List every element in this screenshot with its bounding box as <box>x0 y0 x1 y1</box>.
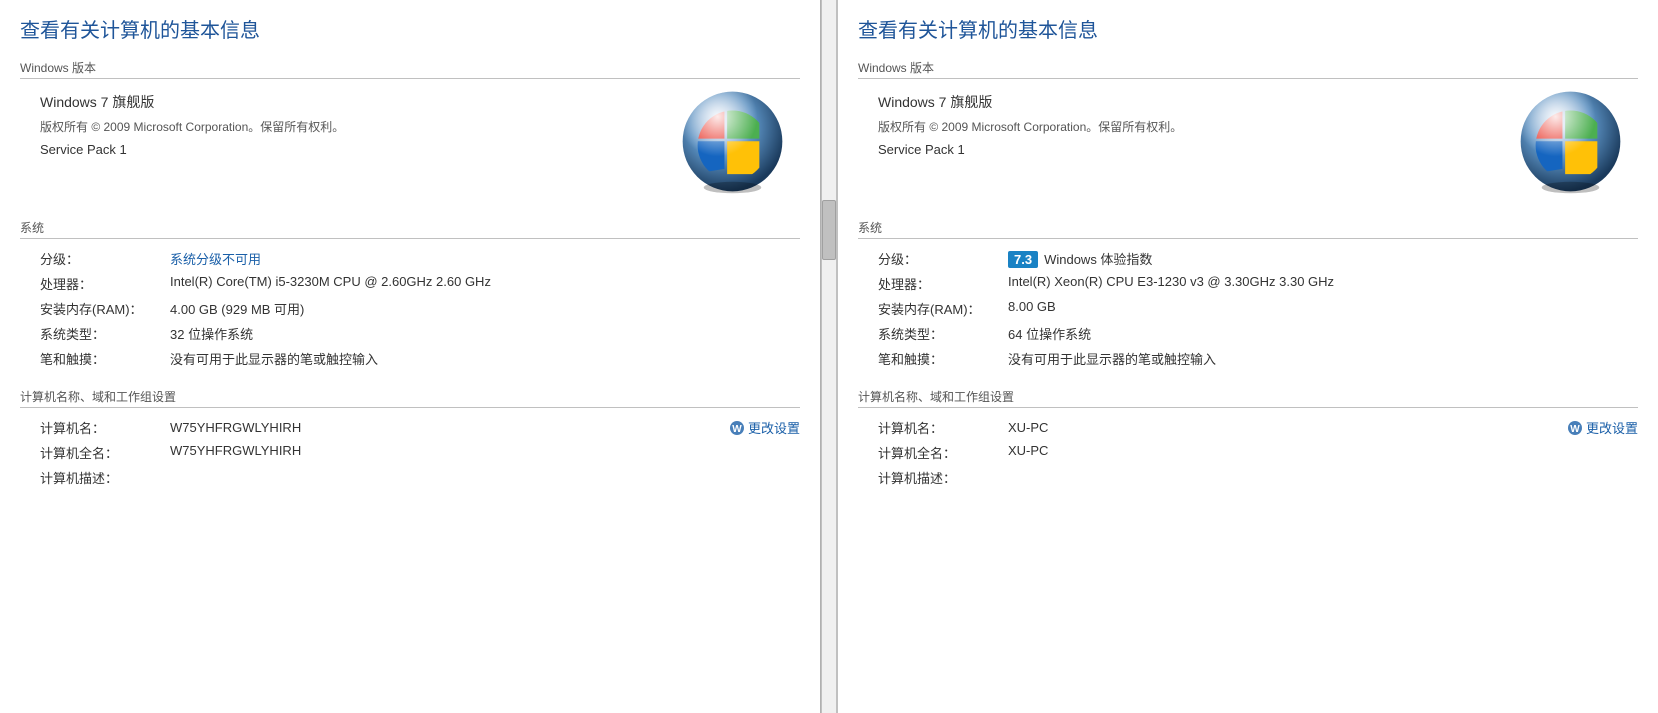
right-ram-value: 8.00 GB <box>1008 299 1638 314</box>
right-description-row: 计算机描述： <box>878 468 1638 487</box>
left-windows-version-label: Windows 版本 <box>20 59 800 79</box>
right-change-settings-link[interactable]: W 更改设置 <box>1567 418 1638 437</box>
right-windows-version-section: Windows 版本 Windows 7 旗舰版 版权所有 © 2009 Mic… <box>858 59 1638 199</box>
svg-text:W: W <box>732 424 742 435</box>
left-change-settings-text: 更改设置 <box>748 418 800 437</box>
left-rating-value[interactable]: 系统分级不可用 <box>170 249 800 268</box>
right-panel: 查看有关计算机的基本信息 Windows 版本 Windows 7 旗舰版 版权… <box>837 0 1658 713</box>
right-rating-badge[interactable]: 7.3 <box>1008 251 1038 268</box>
right-processor-value: Intel(R) Xeon(R) CPU E3-1230 v3 @ 3.30GH… <box>1008 274 1638 289</box>
left-full-name-row: 计算机全名： W75YHFRGWLYHIRH <box>40 443 800 462</box>
left-change-settings-link[interactable]: W 更改设置 <box>729 418 800 437</box>
left-system-type-label: 系统类型： <box>40 324 170 343</box>
left-windows-logo <box>675 84 790 199</box>
right-page-title: 查看有关计算机的基本信息 <box>858 14 1638 43</box>
left-panel: 查看有关计算机的基本信息 Windows 版本 Windows 7 旗舰版 版权… <box>0 0 821 713</box>
left-pen-value: 没有可用于此显示器的笔或触控输入 <box>170 349 800 368</box>
left-change-settings-icon: W <box>729 420 745 436</box>
scrollbar[interactable] <box>821 0 837 713</box>
right-full-name-value: XU-PC <box>1008 443 1638 458</box>
left-description-row: 计算机描述： <box>40 468 800 487</box>
left-ram-label: 安装内存(RAM)： <box>40 299 170 318</box>
right-system-type-value: 64 位操作系统 <box>1008 324 1638 343</box>
right-computer-info: 计算机名： XU-PC W 更改设置 计算机全名： XU-PC 计算机描述： <box>858 418 1638 487</box>
left-processor-row: 处理器： Intel(R) Core(TM) i5-3230M CPU @ 2.… <box>40 274 800 293</box>
right-system-type-label: 系统类型： <box>878 324 1008 343</box>
svg-text:W: W <box>1570 424 1580 435</box>
right-windows-logo <box>1513 84 1628 199</box>
left-windows-version-block: Windows 7 旗舰版 版权所有 © 2009 Microsoft Corp… <box>20 89 800 199</box>
right-full-name-label: 计算机全名： <box>878 443 1008 462</box>
left-system-type-row: 系统类型： 32 位操作系统 <box>40 324 800 343</box>
right-computer-section: 计算机名称、域和工作组设置 计算机名： XU-PC W 更改设置 计算机全名： … <box>858 388 1638 487</box>
left-page-title: 查看有关计算机的基本信息 <box>20 14 800 43</box>
right-system-label: 系统 <box>858 219 1638 239</box>
right-system-info: 分级： 7.3 Windows 体验指数 处理器： Intel(R) Xeon(R… <box>858 249 1638 368</box>
left-system-label: 系统 <box>20 219 800 239</box>
left-pen-label: 笔和触摸： <box>40 349 170 368</box>
right-change-settings-icon: W <box>1567 420 1583 436</box>
right-ram-label: 安装内存(RAM)： <box>878 299 1008 318</box>
left-computer-name-row: 计算机名： W75YHFRGWLYHIRH W 更改设置 <box>40 418 800 437</box>
right-computer-name-label: 计算机名： <box>878 418 1008 437</box>
left-rating-label: 分级： <box>40 249 170 268</box>
left-computer-section-label: 计算机名称、域和工作组设置 <box>20 388 800 408</box>
left-system-info: 分级： 系统分级不可用 处理器： Intel(R) Core(TM) i5-32… <box>20 249 800 368</box>
left-computer-info: 计算机名： W75YHFRGWLYHIRH W 更改设置 计算机全名： W75Y… <box>20 418 800 487</box>
left-system-section: 系统 分级： 系统分级不可用 处理器： Intel(R) Core(TM) i5… <box>20 219 800 368</box>
right-description-label: 计算机描述： <box>878 468 1008 487</box>
left-system-type-value: 32 位操作系统 <box>170 324 800 343</box>
left-processor-value: Intel(R) Core(TM) i5-3230M CPU @ 2.60GHz… <box>170 274 800 289</box>
right-rating-row: 分级： 7.3 Windows 体验指数 <box>878 249 1638 268</box>
right-rating-label: 分级： <box>878 249 1008 268</box>
right-processor-label: 处理器： <box>878 274 1008 293</box>
right-system-type-row: 系统类型： 64 位操作系统 <box>878 324 1638 343</box>
left-full-name-value: W75YHFRGWLYHIRH <box>170 443 800 458</box>
right-computer-name-value: XU-PC <box>1008 420 1567 435</box>
right-windows-version-label: Windows 版本 <box>858 59 1638 79</box>
right-processor-row: 处理器： Intel(R) Xeon(R) CPU E3-1230 v3 @ 3… <box>878 274 1638 293</box>
left-computer-name-label: 计算机名： <box>40 418 170 437</box>
right-pen-label: 笔和触摸： <box>878 349 1008 368</box>
right-change-settings-text: 更改设置 <box>1586 418 1638 437</box>
right-pen-value: 没有可用于此显示器的笔或触控输入 <box>1008 349 1638 368</box>
right-rating-text: Windows 体验指数 <box>1044 252 1152 267</box>
left-computer-section: 计算机名称、域和工作组设置 计算机名： W75YHFRGWLYHIRH W 更改… <box>20 388 800 487</box>
left-windows-version-section: Windows 版本 Windows 7 旗舰版 版权所有 © 2009 Mic… <box>20 59 800 199</box>
right-pen-row: 笔和触摸： 没有可用于此显示器的笔或触控输入 <box>878 349 1638 368</box>
right-rating-value: 7.3 Windows 体验指数 <box>1008 249 1638 268</box>
left-description-label: 计算机描述： <box>40 468 170 487</box>
right-system-section: 系统 分级： 7.3 Windows 体验指数 处理器： Intel(R) Xeo… <box>858 219 1638 368</box>
left-computer-name-value: W75YHFRGWLYHIRH <box>170 420 729 435</box>
right-full-name-row: 计算机全名： XU-PC <box>878 443 1638 462</box>
right-windows-version-block: Windows 7 旗舰版 版权所有 © 2009 Microsoft Corp… <box>858 89 1638 199</box>
left-ram-row: 安装内存(RAM)： 4.00 GB (929 MB 可用) <box>40 299 800 318</box>
scrollbar-thumb[interactable] <box>822 200 836 260</box>
left-full-name-label: 计算机全名： <box>40 443 170 462</box>
left-ram-value: 4.00 GB (929 MB 可用) <box>170 299 800 318</box>
right-computer-name-row: 计算机名： XU-PC W 更改设置 <box>878 418 1638 437</box>
left-pen-row: 笔和触摸： 没有可用于此显示器的笔或触控输入 <box>40 349 800 368</box>
left-processor-label: 处理器： <box>40 274 170 293</box>
left-rating-row: 分级： 系统分级不可用 <box>40 249 800 268</box>
right-ram-row: 安装内存(RAM)： 8.00 GB <box>878 299 1638 318</box>
right-computer-section-label: 计算机名称、域和工作组设置 <box>858 388 1638 408</box>
